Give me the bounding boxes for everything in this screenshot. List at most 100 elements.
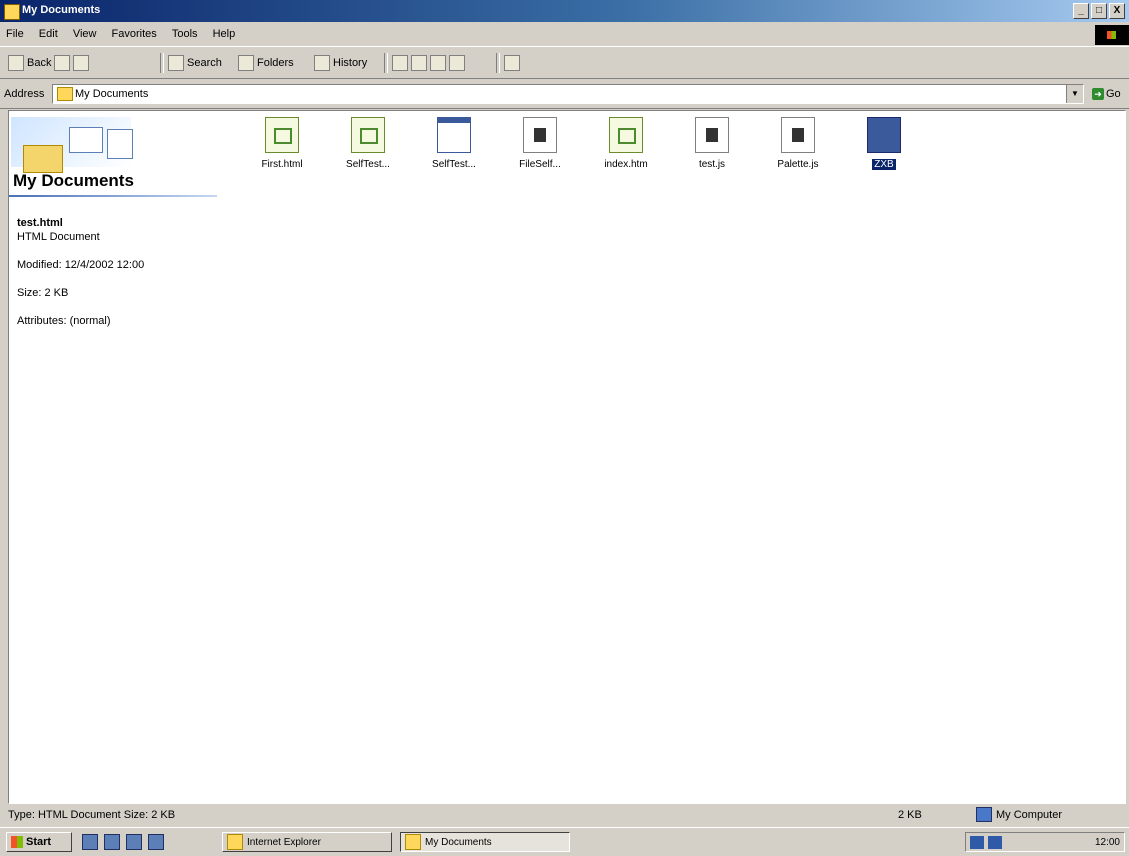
menu-favorites[interactable]: Favorites [106, 24, 163, 44]
forward-arrow-icon[interactable] [54, 55, 71, 71]
move-to-icon[interactable] [392, 55, 408, 71]
file-item[interactable]: Palette.js [755, 117, 841, 173]
up-folder-icon[interactable] [73, 55, 90, 71]
address-label: Address [4, 88, 45, 100]
folder-icon [405, 834, 421, 850]
file-actions [392, 54, 465, 72]
minimize-button[interactable]: _ [1073, 3, 1089, 19]
title-bar: My Documents _ □ X [0, 0, 1129, 22]
back-button[interactable]: Back [8, 54, 90, 72]
folder-icon [23, 145, 63, 173]
document-icon [781, 117, 815, 153]
network-icon[interactable] [970, 835, 984, 849]
status-text: Type: HTML Document Size: 2 KB [8, 809, 176, 821]
file-label: SelfTest... [346, 159, 390, 170]
file-item[interactable]: FileSelf... [497, 117, 583, 173]
windows-logo-icon [1095, 25, 1129, 45]
folder-view[interactable]: My Documents test.html HTML Document Mod… [8, 110, 1126, 804]
start-button[interactable]: Start [6, 832, 72, 852]
menu-help[interactable]: Help [207, 24, 242, 44]
file-item[interactable]: First.html [239, 117, 325, 173]
undo-icon[interactable] [449, 55, 465, 71]
windows-logo-icon [11, 836, 23, 848]
window-title: My Documents [22, 4, 101, 16]
file-label: First.html [261, 159, 303, 170]
menu-edit[interactable]: Edit [33, 24, 64, 44]
banner-divider [9, 195, 217, 197]
system-tray: 12:00 [965, 832, 1125, 852]
folders-icon [238, 55, 254, 71]
web-page-icon [609, 117, 643, 153]
file-label: index.htm [604, 159, 648, 170]
browser-icon [227, 834, 243, 850]
menu-view[interactable]: View [67, 24, 103, 44]
selected-file-icon [867, 117, 901, 153]
browser-icon[interactable] [104, 834, 120, 850]
task-button-active[interactable]: My Documents [400, 832, 570, 852]
toolbar-separator [160, 53, 164, 73]
folder-icon [4, 4, 20, 20]
menu-bar: File Edit View Favorites Tools Help [0, 24, 1129, 47]
document-icon [523, 117, 557, 153]
file-item[interactable]: SelfTest... [411, 117, 497, 173]
search-button[interactable]: Search [168, 54, 222, 72]
chevron-down-icon[interactable]: ▼ [1066, 85, 1083, 103]
folder-title: My Documents [13, 171, 134, 190]
document-icon [107, 129, 133, 159]
menu-file[interactable]: File [0, 24, 30, 44]
document-icon [695, 117, 729, 153]
clock[interactable]: 12:00 [1095, 837, 1120, 848]
go-arrow-icon: ➜ [1092, 88, 1104, 100]
history-button[interactable]: History [314, 54, 367, 72]
address-bar: Address My Documents ▼ ➜ Go [0, 80, 1129, 109]
status-zone-label: My Computer [996, 808, 1063, 821]
views-icon [504, 55, 520, 71]
back-arrow-icon [8, 55, 24, 71]
show-desktop-icon[interactable] [82, 834, 98, 850]
status-zone: My Computer [976, 807, 1062, 822]
quick-launch [82, 834, 164, 850]
status-bar: Type: HTML Document Size: 2 KB 2 KB My C… [8, 806, 1124, 824]
file-label: test.js [698, 159, 726, 170]
volume-icon[interactable] [988, 835, 1002, 849]
window-icon [437, 117, 471, 153]
file-item[interactable]: test.js [669, 117, 755, 173]
address-value: My Documents [75, 88, 149, 100]
task-button[interactable]: Internet Explorer [222, 832, 392, 852]
file-label: ZXB [872, 159, 896, 170]
banner-image [11, 117, 133, 173]
status-size: 2 KB [898, 809, 922, 821]
selected-file-size: Size: 2 KB [17, 287, 69, 299]
copy-to-icon[interactable] [411, 55, 427, 71]
delete-icon[interactable] [430, 55, 446, 71]
selected-file-attributes: Attributes: (normal) [17, 315, 111, 327]
maximize-button[interactable]: □ [1091, 3, 1107, 19]
close-button[interactable]: X [1109, 3, 1125, 19]
media-player-icon[interactable] [148, 834, 164, 850]
standard-toolbar: Back Search Folders History [0, 48, 1129, 79]
my-computer-icon [976, 807, 992, 822]
file-label: FileSelf... [519, 159, 561, 170]
web-view-banner: My Documents [9, 111, 217, 197]
file-item[interactable]: index.htm [583, 117, 669, 173]
toolbar-separator [384, 53, 388, 73]
views-button[interactable] [504, 54, 520, 72]
go-button[interactable]: ➜ Go [1092, 87, 1124, 101]
toolbar-separator [496, 53, 500, 73]
email-icon[interactable] [126, 834, 142, 850]
address-input[interactable]: My Documents ▼ [52, 84, 1084, 104]
file-item-selected[interactable]: ZXB [841, 117, 927, 173]
file-label: SelfTest... [432, 159, 476, 170]
web-page-icon [351, 117, 385, 153]
history-icon [314, 55, 330, 71]
file-icon-grid: First.html SelfTest... SelfTest... FileS… [239, 117, 927, 173]
folder-icon [57, 87, 73, 101]
taskbar: Start Internet Explorer My Documents 12:… [0, 827, 1129, 856]
search-icon [168, 55, 184, 71]
selected-file-modified: Modified: 12/4/2002 12:00 [17, 259, 145, 271]
window-controls: _ □ X [1073, 3, 1125, 19]
file-item[interactable]: SelfTest... [325, 117, 411, 173]
selected-file-type: HTML Document [17, 231, 100, 243]
folders-button[interactable]: Folders [238, 54, 294, 72]
menu-tools[interactable]: Tools [166, 24, 204, 44]
